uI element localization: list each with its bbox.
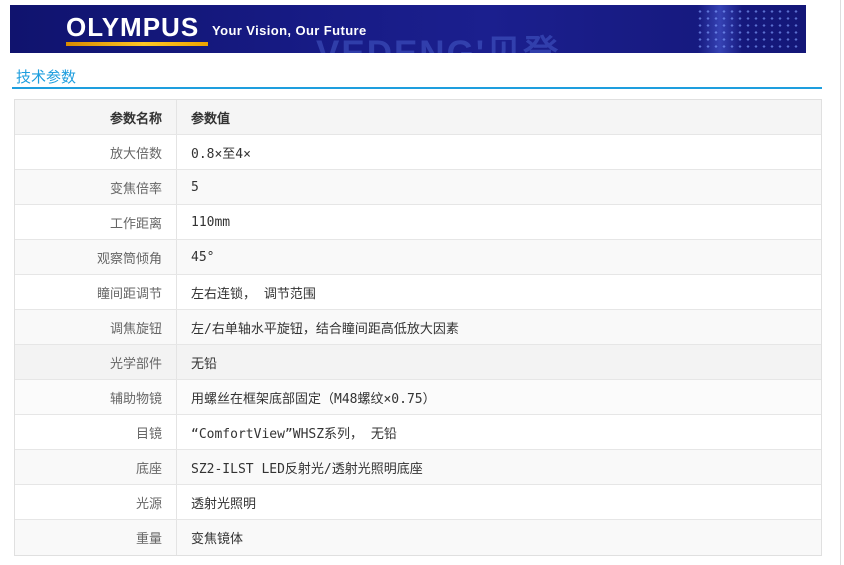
param-value-cell: 无铅 — [191, 356, 218, 372]
page: OLYMPUS Your Vision, Our Future VEDENG'贝… — [0, 0, 844, 565]
vedeng-watermark: VEDENG'贝登 — [316, 25, 560, 53]
param-value-cell: 用螺丝在框架底部固定（M48螺纹×0.75） — [191, 391, 436, 407]
param-name-cell: 观察筒倾角 — [15, 240, 177, 274]
table-row: 重量 变焦镜体 — [15, 520, 821, 555]
param-value-cell: 5 — [191, 179, 199, 195]
olympus-logo-underline — [66, 42, 208, 46]
table-row: 放大倍数 0.8×至4× — [15, 135, 821, 170]
table-row: 光源 透射光照明 — [15, 485, 821, 520]
param-name-cell: 辅助物镜 — [15, 380, 177, 414]
param-value-cell: SZ2-ILST LED反射光/透射光照明底座 — [191, 461, 423, 477]
param-value-cell: 透射光照明 — [191, 496, 257, 512]
table-row: 底座 SZ2-ILST LED反射光/透射光照明底座 — [15, 450, 821, 485]
olympus-logo: OLYMPUS — [66, 13, 208, 46]
param-value-cell: 110mm — [191, 214, 231, 230]
param-name-cell: 工作距离 — [15, 205, 177, 239]
table-row: 目镜 “ComfortView”WHSZ系列， 无铅 — [15, 415, 821, 450]
brand-banner: OLYMPUS Your Vision, Our Future VEDENG'贝… — [10, 5, 806, 53]
param-name-cell: 变焦倍率 — [15, 170, 177, 204]
table-row: 变焦倍率 5 — [15, 170, 821, 205]
param-name-cell: 目镜 — [15, 415, 177, 449]
table-row: 工作距离 110mm — [15, 205, 821, 240]
table-header-row: 参数名称 参数值 — [15, 100, 821, 135]
table-row: 调焦旋钮 左/右单轴水平旋钮，结合瞳间距高低放大因素 — [15, 310, 821, 345]
spec-table: 参数名称 参数值 放大倍数 0.8×至4× 变焦倍率 5 工作距离 110mm … — [14, 99, 822, 556]
header-param-name: 参数名称 — [15, 100, 177, 134]
olympus-logo-text: OLYMPUS — [66, 12, 200, 42]
banner-dot-pattern — [696, 8, 800, 50]
param-value-cell: 左右连锁， 调节范围 — [191, 286, 316, 302]
table-row: 光学部件 无铅 — [15, 345, 821, 380]
page-title: 技术参数 — [16, 69, 77, 86]
page-right-edge — [840, 0, 841, 565]
table-row: 观察筒倾角 45° — [15, 240, 821, 275]
table-row: 瞳间距调节 左右连锁， 调节范围 — [15, 275, 821, 310]
param-name-cell: 重量 — [15, 520, 177, 555]
param-name-cell: 底座 — [15, 450, 177, 484]
param-value-cell: “ComfortView”WHSZ系列， 无铅 — [191, 426, 397, 442]
param-name-cell: 光学部件 — [15, 345, 177, 379]
param-name-cell: 光源 — [15, 485, 177, 519]
table-row: 辅助物镜 用螺丝在框架底部固定（M48螺纹×0.75） — [15, 380, 821, 415]
header-param-value: 参数值 — [191, 111, 231, 127]
title-divider — [12, 87, 822, 89]
param-name-cell: 调焦旋钮 — [15, 310, 177, 344]
param-name-cell: 放大倍数 — [15, 135, 177, 169]
param-value-cell: 变焦镜体 — [191, 532, 244, 547]
param-name-cell: 瞳间距调节 — [15, 275, 177, 309]
param-value-cell: 0.8×至4× — [191, 146, 251, 162]
param-value-cell: 45° — [191, 249, 215, 265]
param-value-cell: 左/右单轴水平旋钮，结合瞳间距高低放大因素 — [191, 321, 459, 337]
